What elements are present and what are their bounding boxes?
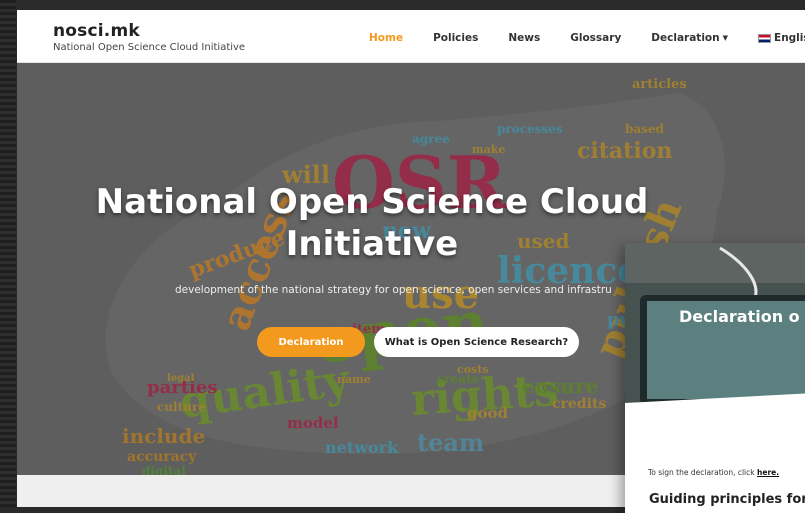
nav-home[interactable]: Home <box>369 32 403 44</box>
brand[interactable]: nosci.mk National Open Science Cloud Ini… <box>53 21 245 53</box>
nav-declaration-label: Declaration <box>651 32 720 44</box>
sign-here-link[interactable]: here. <box>757 468 779 477</box>
declaration-button[interactable]: Declaration <box>257 327 365 357</box>
declaration-card-title: Declaration o <box>679 307 800 326</box>
nav-policies-label: Policies <box>433 32 479 44</box>
nav-policies[interactable]: Policies <box>433 32 478 44</box>
nav-language-label: English <box>774 32 805 44</box>
nav-glossary-label: Glossary <box>570 32 622 44</box>
sign-text: To sign the declaration, click <box>648 468 755 477</box>
brand-title[interactable]: nosci.mk <box>53 21 245 41</box>
brand-subtitle: National Open Science Cloud Initiative <box>53 42 246 53</box>
guiding-principles-heading: Guiding principles for O <box>649 492 805 507</box>
hero-subtitle: development of the national strategy for… <box>175 284 612 296</box>
hero-title: National Open Science Cloud Initiative <box>95 182 649 264</box>
window-top-edge <box>0 0 805 9</box>
top-navbar: nosci.mk National Open Science Cloud Ini… <box>17 10 805 63</box>
desk-photo-illustration <box>625 243 805 415</box>
declaration-preview-card[interactable]: Declaration o To sign the declaration, c… <box>625 243 805 513</box>
nav-language-dropdown[interactable]: English▼ <box>758 32 805 44</box>
what-is-osr-button[interactable]: What is Open Science Research? <box>374 327 579 357</box>
nav-declaration-dropdown[interactable]: Declaration ▼ <box>651 32 728 44</box>
nav-news[interactable]: News <box>508 32 540 44</box>
window-left-edge <box>0 0 16 507</box>
nav-news-label: News <box>508 32 541 44</box>
uk-flag-icon <box>758 33 772 43</box>
declaration-header-image: Declaration o <box>625 243 805 415</box>
nav-home-label: Home <box>369 32 404 44</box>
sign-instructions: To sign the declaration, click here. <box>648 468 779 477</box>
main-nav: Home Policies News Glossary Declaration ▼… <box>369 32 805 44</box>
caret-down-icon: ▼ <box>722 34 729 42</box>
nav-glossary[interactable]: Glossary <box>570 32 621 44</box>
